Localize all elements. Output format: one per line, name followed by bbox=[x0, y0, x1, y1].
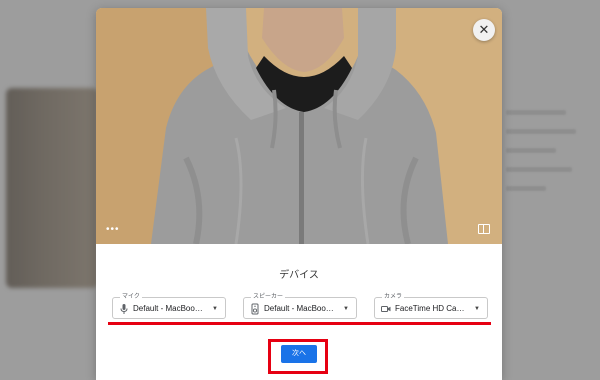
microphone-select[interactable]: マイク Default - MacBoo… ▼ bbox=[112, 293, 226, 319]
speaker-value: Default - MacBoo… bbox=[264, 304, 334, 313]
speaker-icon bbox=[250, 303, 260, 315]
device-settings-dialog: ✕ ••• デバイス マイク Default - MacBoo… ▼ スピーカー… bbox=[96, 8, 502, 380]
speaker-select[interactable]: スピーカー Default - MacBoo… ▼ bbox=[243, 293, 357, 319]
camera-label: カメラ bbox=[382, 293, 405, 301]
microphone-label: マイク bbox=[120, 293, 142, 301]
camera-icon bbox=[381, 303, 391, 315]
microphone-value: Default - MacBoo… bbox=[133, 304, 203, 313]
dialog-title: デバイス bbox=[279, 270, 319, 281]
camera-value: FaceTime HD Ca… bbox=[395, 304, 465, 313]
chevron-down-icon: ▼ bbox=[474, 306, 480, 312]
highlight-underline bbox=[108, 322, 491, 325]
next-button[interactable]: 次へ bbox=[281, 345, 317, 363]
camera-preview-image bbox=[96, 8, 502, 244]
microphone-icon bbox=[119, 303, 129, 315]
speaker-label: スピーカー bbox=[251, 293, 286, 301]
camera-preview: ✕ ••• bbox=[96, 8, 502, 244]
chevron-down-icon: ▼ bbox=[343, 306, 349, 312]
more-options-icon[interactable]: ••• bbox=[106, 225, 120, 235]
camera-select[interactable]: カメラ FaceTime HD Ca… ▼ bbox=[374, 293, 488, 319]
close-icon[interactable]: ✕ bbox=[473, 19, 495, 41]
mirror-icon[interactable] bbox=[478, 224, 490, 234]
chevron-down-icon: ▼ bbox=[212, 306, 218, 312]
